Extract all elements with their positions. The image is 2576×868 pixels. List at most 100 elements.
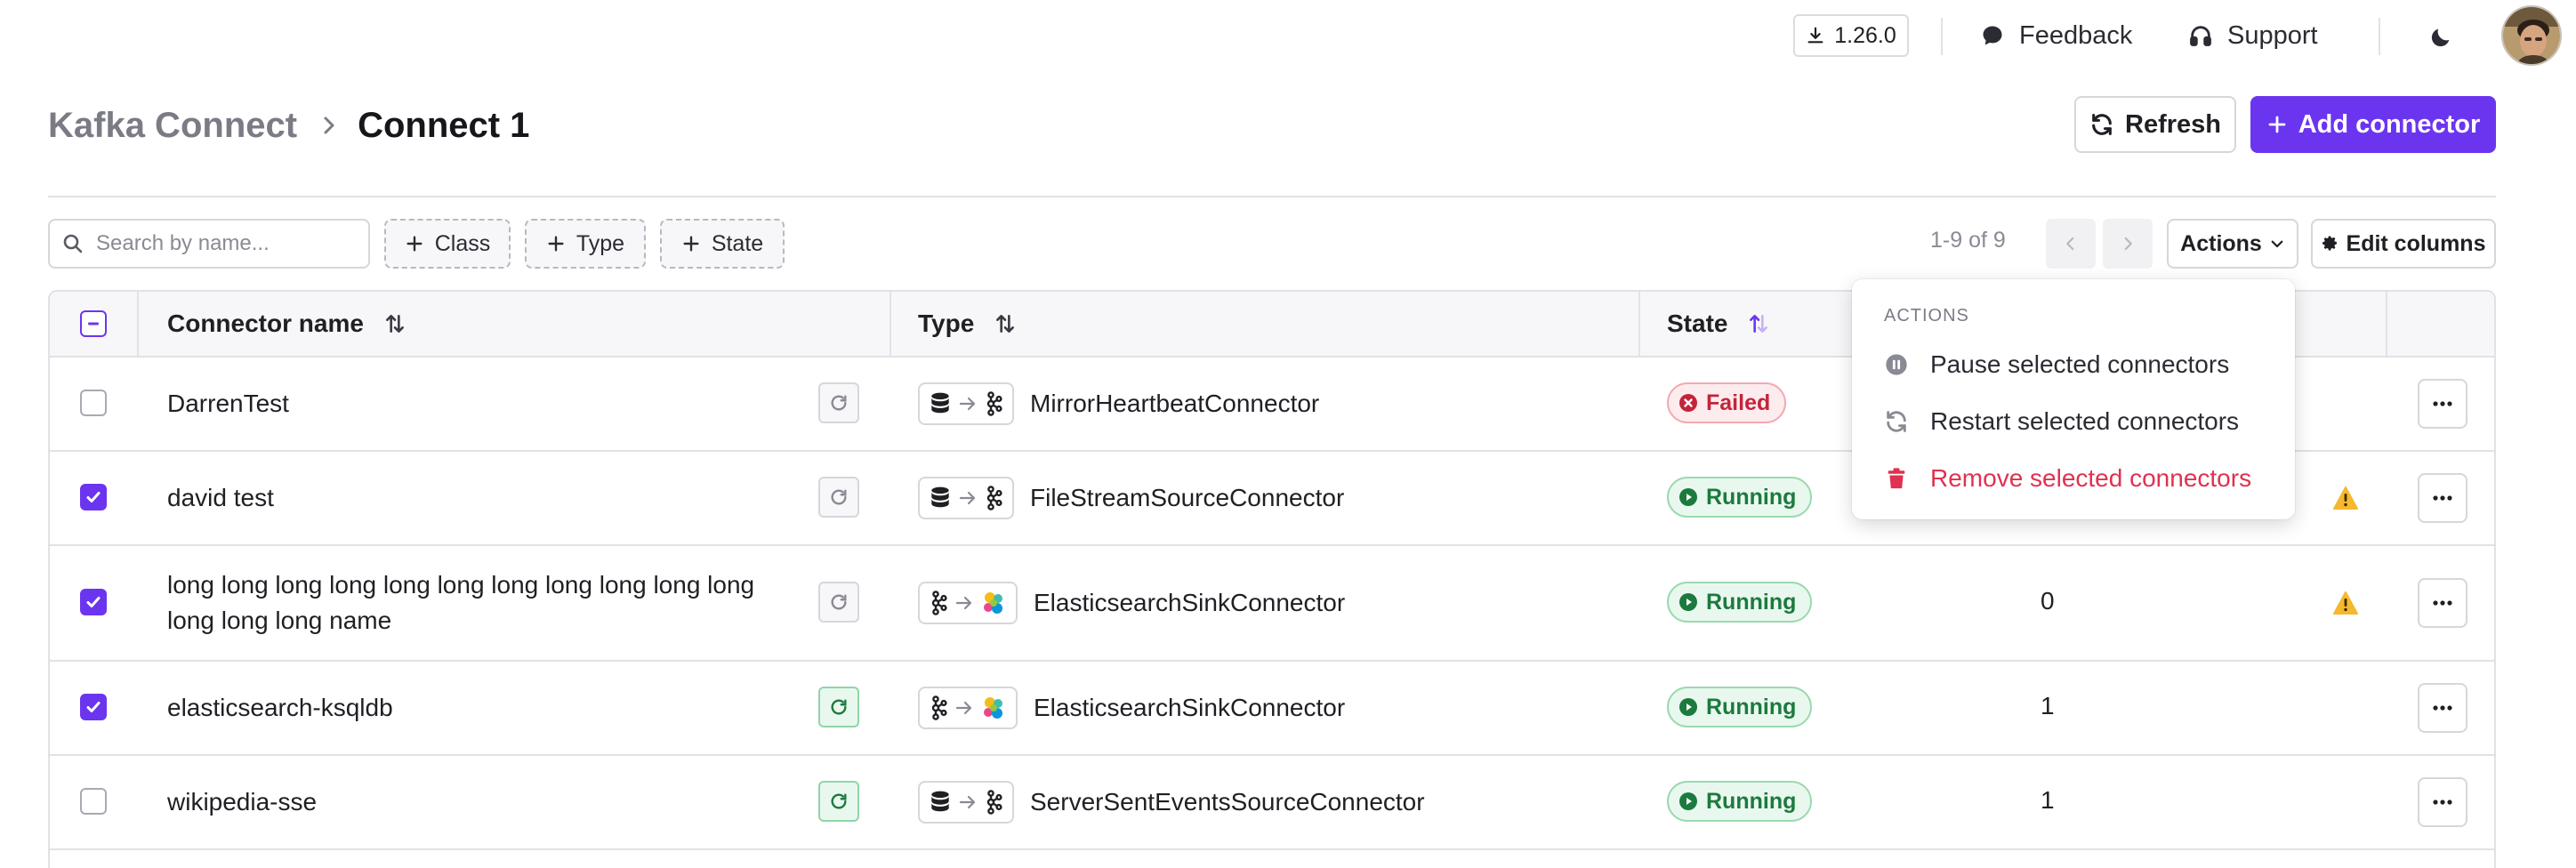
filter-state-chip[interactable]: State — [660, 219, 785, 269]
column-header-type[interactable]: Type — [918, 292, 1017, 356]
refresh-icon — [1887, 411, 1906, 432]
restart-connector-button[interactable] — [818, 781, 859, 822]
add-connector-label: Add connector — [2298, 109, 2481, 139]
restart-connector-button[interactable] — [818, 687, 859, 727]
kafka-icon — [931, 591, 947, 615]
connector-type: MirrorHeartbeatConnector — [1030, 390, 1320, 417]
row-checkbox[interactable] — [80, 589, 107, 615]
edit-columns-label: Edit columns — [2346, 230, 2486, 256]
add-connector-button[interactable]: Add connector — [2250, 96, 2496, 153]
connector-name[interactable]: long long long long long long long long … — [167, 567, 790, 639]
sort-icon[interactable] — [994, 312, 1017, 335]
support-label: Support — [2227, 20, 2318, 50]
filter-class-chip[interactable]: Class — [384, 219, 511, 269]
pause-selected-menu-item[interactable]: Pause selected connectors — [1884, 343, 2229, 386]
arrow-right-icon — [955, 596, 972, 610]
previous-page-button[interactable] — [2046, 219, 2096, 269]
pagination-info: 1-9 of 9 — [1930, 228, 2006, 253]
plus-icon — [407, 236, 423, 252]
search-input[interactable] — [96, 231, 354, 256]
select-all-checkbox[interactable] — [80, 310, 107, 337]
row-more-button[interactable] — [2418, 578, 2467, 628]
x-circle-icon — [1679, 394, 1697, 412]
row-checkbox[interactable] — [80, 484, 107, 510]
connector-type: ServerSentEventsSourceConnector — [1030, 788, 1425, 816]
connector-type: ElasticsearchSinkConnector — [1034, 694, 1346, 721]
kafka-icon — [931, 695, 947, 720]
feedback-link[interactable]: Feedback — [1980, 16, 2132, 55]
connector-name[interactable]: DarrenTest — [167, 386, 289, 422]
play-circle-icon — [1679, 593, 1697, 611]
table-row[interactable]: wikipedia-sse ServerSentEventsSourceConn… — [50, 756, 2494, 850]
kafka-icon — [986, 391, 1002, 416]
support-link[interactable]: Support — [2188, 16, 2318, 55]
refresh-icon — [2092, 113, 2112, 136]
row-more-button[interactable] — [2418, 473, 2467, 523]
filter-type-chip[interactable]: Type — [525, 219, 646, 269]
select-all-cell — [80, 310, 107, 337]
database-icon — [931, 486, 949, 508]
row-checkbox[interactable] — [80, 788, 107, 815]
status-label: Running — [1706, 694, 1797, 719]
headphones-icon — [2190, 26, 2211, 46]
sort-ascending-icon[interactable] — [1747, 312, 1770, 335]
actions-menu-heading: ACTIONS — [1884, 306, 1969, 326]
status-label: Failed — [1706, 390, 1771, 415]
avatar[interactable] — [2501, 5, 2562, 66]
moon-icon — [2431, 28, 2450, 47]
connector-name[interactable]: david test — [167, 480, 274, 516]
plus-icon — [2268, 116, 2286, 133]
restart-connector-button[interactable] — [818, 477, 859, 518]
edit-columns-button[interactable]: Edit columns — [2311, 219, 2496, 269]
search-box — [48, 219, 370, 269]
database-icon — [931, 392, 949, 414]
theme-toggle-button[interactable] — [2423, 20, 2459, 55]
ellipsis-icon — [2433, 800, 2452, 805]
plus-icon — [683, 236, 699, 252]
status-badge-running: Running — [1667, 582, 1813, 623]
trash-icon — [1888, 468, 1905, 489]
rotate-icon — [831, 793, 847, 809]
version-label: 1.26.0 — [1834, 22, 1896, 48]
next-page-button[interactable] — [2103, 219, 2153, 269]
status-badge-running: Running — [1667, 781, 1813, 822]
header-divider — [48, 196, 2496, 197]
filter-type-label: Type — [576, 230, 625, 256]
connector-name[interactable]: wikipedia-sse — [167, 784, 317, 820]
column-header-state[interactable]: State — [1667, 292, 1770, 356]
restart-connector-button[interactable] — [818, 382, 859, 423]
column-state-label: State — [1667, 309, 1728, 337]
row-more-button[interactable] — [2418, 777, 2467, 827]
kafka-icon — [986, 486, 1002, 510]
restart-connector-button[interactable] — [818, 582, 859, 623]
rotate-icon — [831, 489, 847, 505]
refresh-label: Refresh — [2125, 109, 2221, 139]
play-circle-icon — [1679, 488, 1697, 506]
breadcrumb-kafka-connect[interactable]: Kafka Connect — [48, 106, 297, 146]
sort-icon[interactable] — [383, 312, 407, 335]
status-label: Running — [1706, 589, 1797, 615]
ellipsis-icon — [2433, 705, 2452, 711]
gear-icon — [2322, 236, 2337, 251]
row-more-button[interactable] — [2418, 379, 2467, 429]
column-header-name[interactable]: Connector name — [167, 292, 407, 356]
actions-label: Actions — [2180, 230, 2262, 256]
arrow-right-icon — [959, 795, 976, 809]
divider — [2379, 18, 2380, 55]
version-button[interactable]: 1.26.0 — [1793, 14, 1909, 57]
row-checkbox[interactable] — [80, 390, 107, 416]
rotate-icon — [831, 594, 847, 610]
row-more-button[interactable] — [2418, 683, 2467, 733]
actions-dropdown-button[interactable]: Actions — [2167, 219, 2298, 269]
restart-selected-label: Restart selected connectors — [1930, 407, 2240, 435]
refresh-button[interactable]: Refresh — [2074, 96, 2236, 153]
table-row[interactable]: long long long long long long long long … — [50, 546, 2494, 662]
pause-circle-icon — [1886, 354, 1907, 375]
connector-type: FileStreamSourceConnector — [1030, 484, 1345, 511]
connector-name[interactable]: elasticsearch-ksqldb — [167, 690, 393, 726]
restart-selected-menu-item[interactable]: Restart selected connectors — [1884, 400, 2239, 443]
table-row[interactable]: elasticsearch-ksqldb ElasticsearchSinkCo… — [50, 662, 2494, 756]
row-checkbox[interactable] — [80, 694, 107, 720]
remove-selected-menu-item[interactable]: Remove selected connectors — [1884, 457, 2251, 500]
status-label: Running — [1706, 484, 1797, 510]
